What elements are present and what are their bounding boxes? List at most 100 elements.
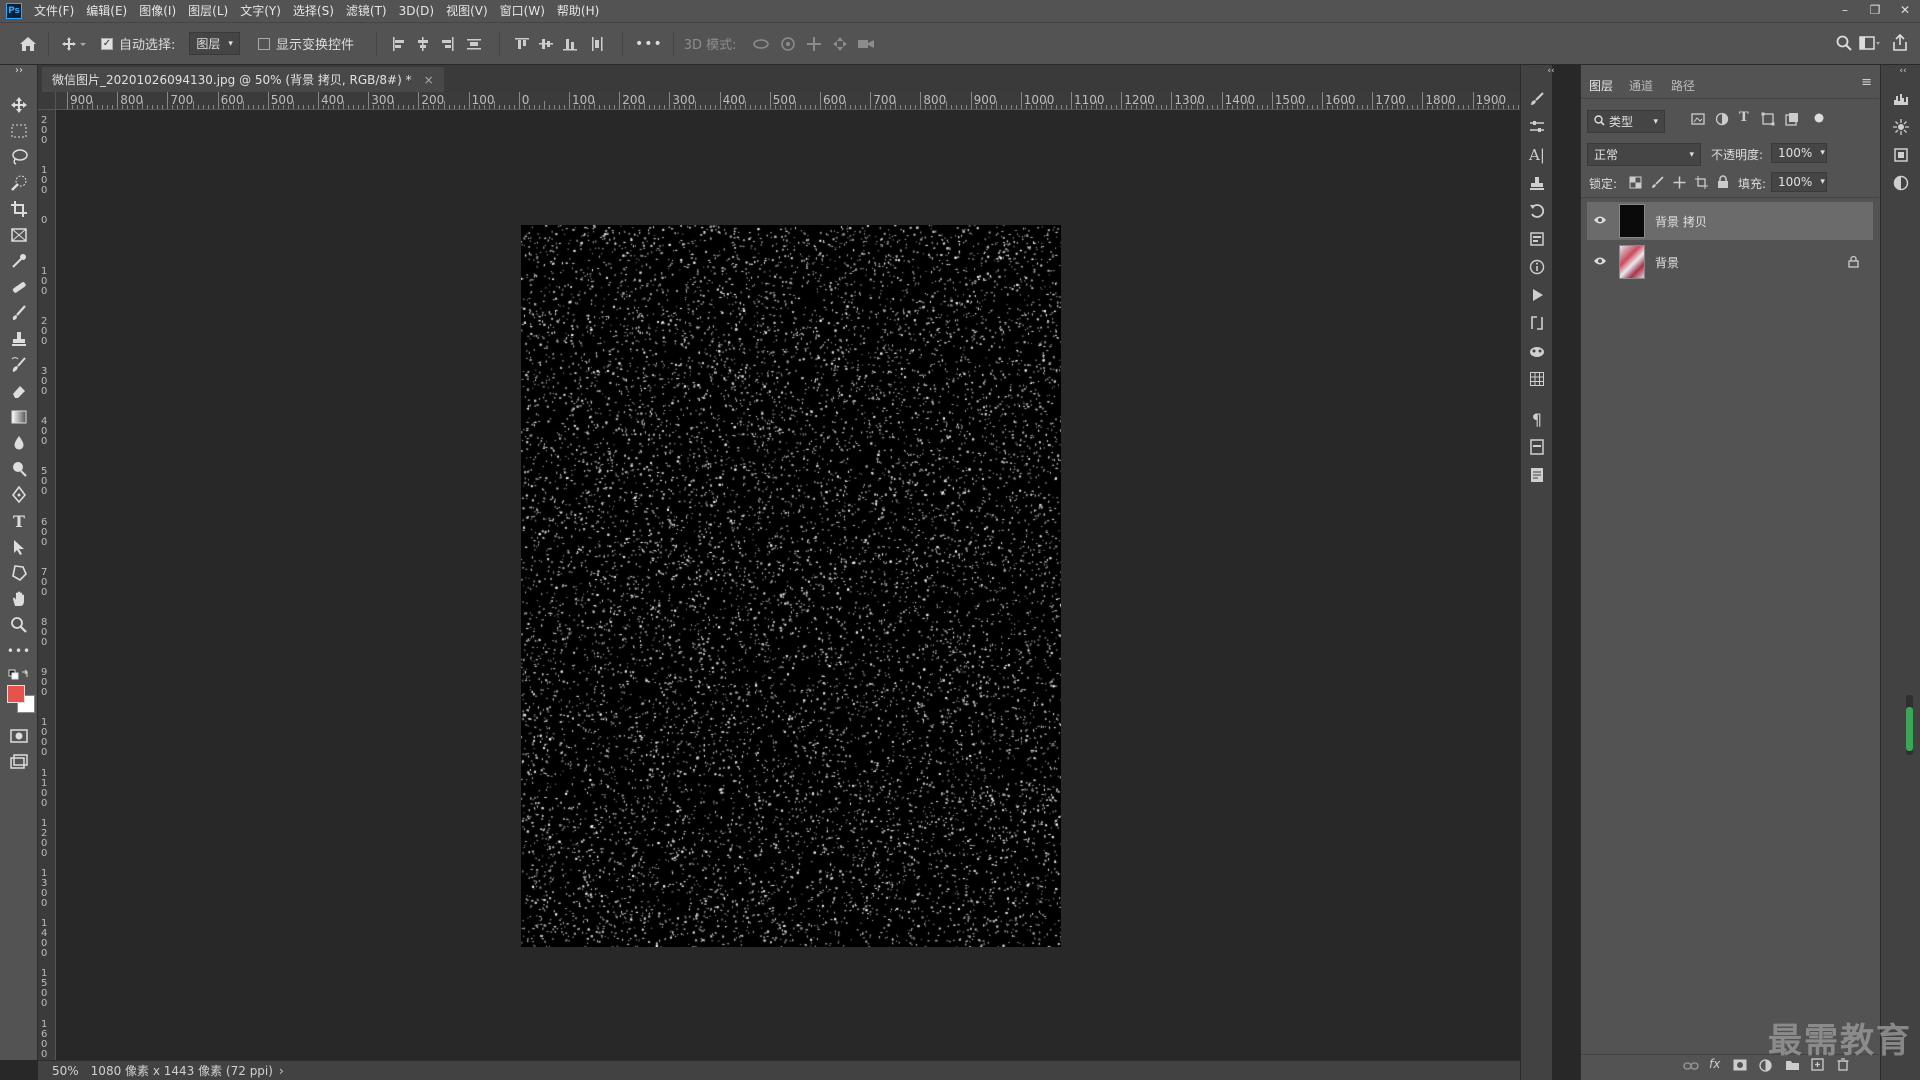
close-window-button[interactable]: ✕ [1890, 0, 1920, 22]
lasso-tool-icon[interactable] [8, 146, 30, 168]
paragraph-icon[interactable]: ¶ [1527, 409, 1547, 429]
opacity-field[interactable]: 100% ▾ [1771, 143, 1827, 163]
lock-position-icon[interactable] [1673, 176, 1686, 193]
visibility-eye-icon[interactable] [1593, 255, 1609, 269]
clone-source-icon[interactable] [1527, 173, 1547, 193]
auto-select-dropdown[interactable]: 图层 ▾ [189, 32, 240, 55]
dodge-tool-icon[interactable] [8, 458, 30, 480]
document-image[interactable] [521, 225, 1061, 947]
fx-icon[interactable]: fx [1709, 1057, 1720, 1071]
lock-transparent-icon[interactable] [1629, 176, 1642, 193]
layer-filter-dropdown[interactable]: 类型 ▾ [1587, 110, 1665, 133]
lock-image-icon[interactable] [1651, 176, 1664, 193]
history-brush-tool-icon[interactable] [8, 354, 30, 376]
histogram-icon[interactable] [1891, 89, 1911, 109]
visibility-eye-icon[interactable] [1593, 214, 1609, 228]
align-left-icon[interactable] [387, 36, 411, 52]
foreground-color-swatch[interactable] [7, 685, 25, 703]
status-arrow-icon[interactable]: › [279, 1064, 284, 1078]
type-tool-icon[interactable]: T [8, 510, 30, 532]
default-colors-icon[interactable] [8, 665, 30, 687]
blend-mode-dropdown[interactable]: 正常 ▾ [1587, 143, 1701, 166]
hand-tool-icon[interactable] [8, 588, 30, 610]
align-right-icon[interactable] [435, 36, 459, 52]
distribute-vertical-icon[interactable] [459, 36, 489, 52]
eyedropper-tool-icon[interactable] [8, 250, 30, 272]
collapse-right-icon[interactable]: ‹‹ [1893, 61, 1913, 81]
shape-tool-icon[interactable] [8, 562, 30, 584]
actions-play-icon[interactable] [1527, 285, 1547, 305]
filter-shape-icon[interactable] [1761, 112, 1775, 130]
layer-name[interactable]: 背景 拷贝 [1655, 213, 1707, 230]
info-icon[interactable] [1527, 257, 1547, 277]
filter-type-icon[interactable]: T [1739, 110, 1749, 125]
tab-paths[interactable]: 路径 [1671, 77, 1695, 94]
fill-field[interactable]: 100% ▾ [1771, 172, 1827, 192]
layer-row-background[interactable]: 背景 [1587, 243, 1873, 281]
notes-icon[interactable] [1527, 465, 1547, 485]
3d-camera-icon[interactable] [853, 37, 879, 51]
align-top-icon[interactable] [510, 36, 534, 52]
ruler-origin-corner[interactable] [38, 92, 56, 110]
brush-settings-icon[interactable] [1527, 89, 1547, 109]
character-panel-icon[interactable]: A| [1527, 145, 1547, 165]
quick-selection-tool-icon[interactable] [8, 172, 30, 194]
menu-layer[interactable]: 图层(L) [182, 0, 234, 22]
3d-slide-icon[interactable] [827, 36, 853, 52]
move-tool-preset-icon[interactable] [59, 36, 89, 52]
healing-brush-tool-icon[interactable] [8, 276, 30, 298]
more-options-button[interactable]: ••• [635, 36, 663, 52]
collapse-panel-icon[interactable]: ‹‹ [1541, 61, 1561, 81]
collapse-arrows-icon[interactable]: ›› [8, 63, 30, 77]
swatches-grid-icon[interactable] [1527, 369, 1547, 389]
menu-file[interactable]: 文件(F) [28, 0, 80, 22]
edit-toolbar-icon[interactable]: ••• [7, 640, 30, 662]
screen-mode-icon[interactable] [8, 751, 30, 773]
scrollbar-track[interactable] [1906, 695, 1913, 755]
share-icon[interactable] [1890, 34, 1910, 52]
distribute-horizontal-icon[interactable] [582, 36, 612, 52]
menu-select[interactable]: 选择(S) [287, 0, 340, 22]
restore-button[interactable]: ❐ [1860, 0, 1890, 22]
brush-tool-icon[interactable] [8, 302, 30, 324]
pen-tool-icon[interactable] [8, 484, 30, 506]
paragraph-styles-icon[interactable] [1527, 437, 1547, 457]
layer-name[interactable]: 背景 [1655, 254, 1679, 271]
menu-edit[interactable]: 编辑(E) [80, 0, 133, 22]
menu-window[interactable]: 窗口(W) [494, 0, 551, 22]
paths-panel-icon[interactable] [1527, 313, 1547, 333]
3d-pan-icon[interactable] [801, 36, 827, 52]
home-icon[interactable] [18, 36, 38, 52]
clone-stamp-tool-icon[interactable] [8, 328, 30, 350]
crop-tool-icon[interactable] [8, 198, 30, 220]
filter-pixel-icon[interactable] [1691, 112, 1705, 130]
path-selection-tool-icon[interactable] [8, 536, 30, 558]
eraser-tool-icon[interactable] [8, 380, 30, 402]
link-layers-icon[interactable] [1683, 1060, 1699, 1076]
3d-panel-icon[interactable] [1527, 341, 1547, 361]
blur-tool-icon[interactable] [8, 432, 30, 454]
vertical-ruler[interactable]: 200 100 0 100 200 300 400 500 600 700 800 900 1000 11… [38, 110, 56, 1060]
canvas-area[interactable] [56, 110, 1520, 1060]
menu-filter[interactable]: 滤镜(T) [340, 0, 393, 22]
align-middle-icon[interactable] [534, 36, 558, 52]
align-bottom-icon[interactable] [558, 36, 582, 52]
search-icon[interactable] [1834, 35, 1854, 51]
color-wheel-icon[interactable] [1891, 173, 1911, 193]
workspace-icon[interactable] [1858, 35, 1882, 51]
horizontal-ruler[interactable]: 900 800 700 600 500 400 300 200 100 0 100 200 300 400… [56, 92, 1520, 110]
menu-type[interactable]: 文字(Y) [234, 0, 287, 22]
3d-orbit-icon[interactable] [747, 37, 775, 51]
menu-3d[interactable]: 3D(D) [393, 0, 440, 22]
3d-roll-icon[interactable] [775, 36, 801, 52]
align-center-icon[interactable] [411, 36, 435, 52]
layer-row-background-copy[interactable]: 背景 拷贝 [1587, 202, 1873, 240]
filter-toggle-icon[interactable] [1813, 112, 1825, 128]
add-mask-icon[interactable] [1733, 1059, 1747, 1075]
marquee-tool-icon[interactable] [8, 120, 30, 142]
minimize-button[interactable]: – [1830, 0, 1860, 22]
filter-smart-object-icon[interactable] [1785, 112, 1799, 130]
history-panel-icon[interactable] [1527, 201, 1547, 221]
close-tab-icon[interactable]: × [424, 73, 434, 87]
menu-image[interactable]: 图像(I) [133, 0, 182, 22]
